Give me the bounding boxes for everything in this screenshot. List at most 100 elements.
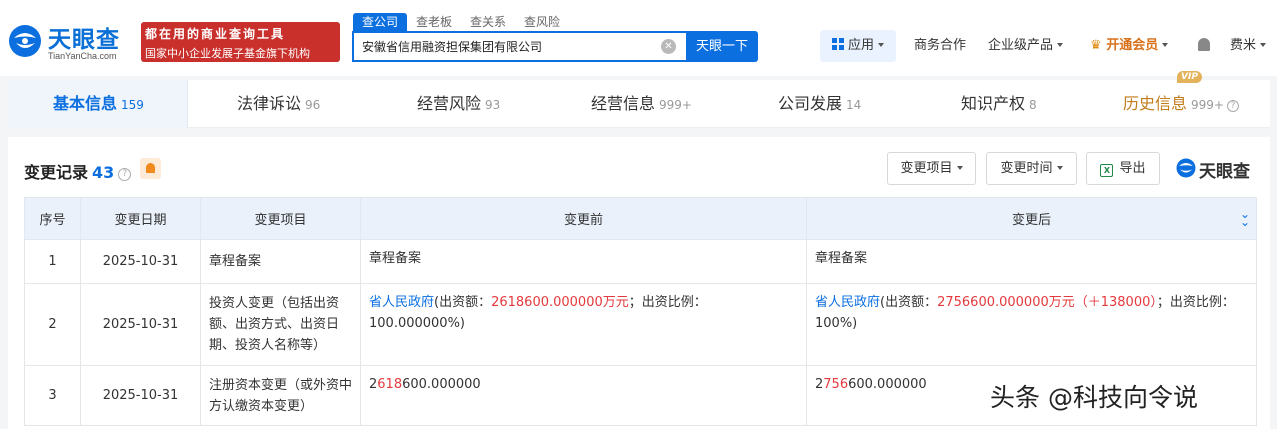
cell-after: 章程备案: [806, 239, 1257, 284]
tab-label: 历史信息: [1123, 94, 1188, 113]
logo-domain: TianYanCha.com: [48, 51, 117, 61]
chevron-down-icon: [878, 43, 884, 47]
tab-legal[interactable]: 法律诉讼 96: [237, 80, 320, 128]
chevron-down-icon: [1260, 43, 1267, 47]
filter-change-time[interactable]: 变更时间: [986, 152, 1077, 185]
header-item: 变更项目: [200, 197, 361, 240]
user-menu[interactable]: 费米: [1230, 30, 1267, 62]
help-icon[interactable]: ?: [118, 168, 132, 181]
before-amount: 2618600.000000万元: [491, 295, 629, 310]
clear-icon[interactable]: ✕: [661, 39, 676, 54]
search-tab-relation[interactable]: 查关系: [461, 13, 515, 31]
export-label: 导出: [1119, 161, 1146, 176]
nav-enterprise[interactable]: 企业级产品: [988, 30, 1064, 62]
header-no: 序号: [24, 197, 81, 240]
bell-icon: [1198, 38, 1210, 51]
top-header: 天眼查 TianYanCha.com 都在用的商业查询工具 国家中小企业发展子基…: [0, 0, 1277, 80]
cell-item: 投资人变更（包括出资额、出资方式、出资日期、投资人名称等）: [200, 283, 361, 366]
cell-before: 2618600.000000: [360, 365, 807, 426]
search-input[interactable]: [354, 33, 644, 60]
cell-item: 注册资本变更（或外资中方认缴资本变更）: [200, 365, 361, 426]
logo[interactable]: 天眼查 TianYanCha.com: [8, 20, 136, 64]
export-button[interactable]: X 导出: [1086, 152, 1160, 185]
tab-count: 8: [1029, 98, 1037, 112]
tab-business-risk[interactable]: 经营风险 93: [417, 80, 500, 128]
excel-icon: X: [1100, 164, 1114, 177]
before-pre: (出资额：: [434, 295, 492, 310]
tab-development[interactable]: 公司发展 14: [778, 80, 861, 128]
nav-business[interactable]: 商务合作: [914, 30, 966, 62]
after-amount: 2756600.000000万元（＋138000）: [937, 295, 1157, 310]
chevron-down-icon: [956, 166, 963, 170]
watermark: 头条 @科技向令说: [990, 383, 1198, 412]
cell-before: 省人民政府(出资额：2618600.000000万元；出资比例：100.0000…: [360, 283, 807, 366]
tab-business-info[interactable]: 经营信息 999+: [591, 80, 692, 128]
tab-label: 知识产权: [961, 94, 1026, 113]
tab-count: 14: [846, 98, 862, 112]
promo-line2: 国家中小企业发展子基金旗下机构: [145, 47, 310, 60]
table-row: 2 2025-10-31 投资人变更（包括出资额、出资方式、出资日期、投资人名称…: [24, 283, 1257, 366]
section-title-text: 变更记录: [24, 163, 89, 182]
search-button[interactable]: 天眼一下: [686, 31, 758, 62]
logo-mark-icon: [1176, 158, 1196, 178]
cell-date: 2025-10-31: [80, 365, 201, 426]
tab-label: 经营风险: [417, 94, 482, 113]
tab-count: 999+: [1191, 98, 1224, 112]
notification-bell[interactable]: [1198, 30, 1210, 62]
after-pre: (出资额：: [880, 295, 938, 310]
cell-date: 2025-10-31: [80, 283, 201, 366]
crown-icon: ♛: [1090, 38, 1102, 53]
tab-label: 公司发展: [778, 94, 843, 113]
apps-label: 应用: [847, 38, 874, 53]
tab-basic-info[interactable]: 基本信息 159: [53, 80, 144, 128]
tab-count: 96: [305, 98, 321, 112]
header-after-label: 变更后: [1011, 213, 1051, 228]
cell-no: 2: [24, 283, 81, 366]
grid-icon: [831, 38, 844, 50]
section-count: 43: [92, 163, 115, 182]
nav-enterprise-label: 企业级产品: [988, 38, 1054, 53]
search-tab-company[interactable]: 查公司: [353, 13, 408, 31]
header-after: 变更后 ⌄ ⌄: [806, 197, 1257, 240]
nav-vip-label: 开通会员: [1106, 38, 1159, 53]
cell-no: 3: [24, 365, 81, 426]
search-type-tabs: 查公司 查老板 查关系 查风险: [353, 13, 569, 31]
company-tabs: 基本信息 159 法律诉讼 96 经营风险 93 经营信息 999+ 公司发展 14 知识…: [8, 71, 1270, 128]
tab-history[interactable]: VIP 历史信息 999+?: [1123, 71, 1239, 128]
search-tab-boss[interactable]: 查老板: [407, 13, 461, 31]
chevron-down-icon: [1056, 166, 1063, 170]
tab-label: 基本信息: [53, 94, 118, 113]
filter-label: 变更项目: [900, 161, 953, 176]
tab-label: 经营信息: [591, 94, 656, 113]
investor-link[interactable]: 省人民政府: [369, 295, 434, 310]
investor-link[interactable]: 省人民政府: [815, 295, 880, 310]
cell-before: 章程备案: [360, 239, 807, 284]
tab-count: 159: [121, 98, 144, 112]
vip-badge: VIP: [1177, 71, 1202, 83]
subscribe-bell-button[interactable]: [140, 158, 161, 179]
filter-label: 变更时间: [1000, 161, 1053, 176]
brand-mark: 天眼查: [1176, 157, 1262, 182]
bell-icon: [146, 163, 155, 173]
promo-banner[interactable]: 都在用的商业查询工具 国家中小企业发展子基金旗下机构: [141, 22, 340, 62]
search-tab-risk[interactable]: 查风险: [515, 13, 569, 31]
tab-label: 法律诉讼: [237, 94, 302, 113]
nav-vip[interactable]: ♛ 开通会员: [1090, 30, 1169, 62]
before-rest: 600.000000: [402, 377, 481, 392]
header-date: 变更日期: [80, 197, 201, 240]
brand-text: 天眼查: [1199, 162, 1250, 182]
double-chevron-down-icon[interactable]: ⌄ ⌄: [1240, 208, 1250, 228]
help-icon[interactable]: ?: [1226, 100, 1239, 112]
filter-change-item[interactable]: 变更项目: [887, 152, 976, 185]
header-before: 变更前: [360, 197, 807, 240]
tab-count: 93: [485, 98, 501, 112]
after-changed-digits: 756: [823, 377, 849, 392]
search-box: ✕: [352, 31, 686, 62]
cell-item: 章程备案: [200, 239, 361, 284]
user-name: 费米: [1230, 38, 1257, 53]
apps-menu[interactable]: 应用: [820, 30, 896, 62]
chevron-down-icon: [1057, 43, 1064, 47]
tab-ip[interactable]: 知识产权 8: [961, 80, 1037, 128]
before-changed-digits: 618: [377, 377, 403, 392]
tab-count: 999+: [659, 98, 692, 112]
